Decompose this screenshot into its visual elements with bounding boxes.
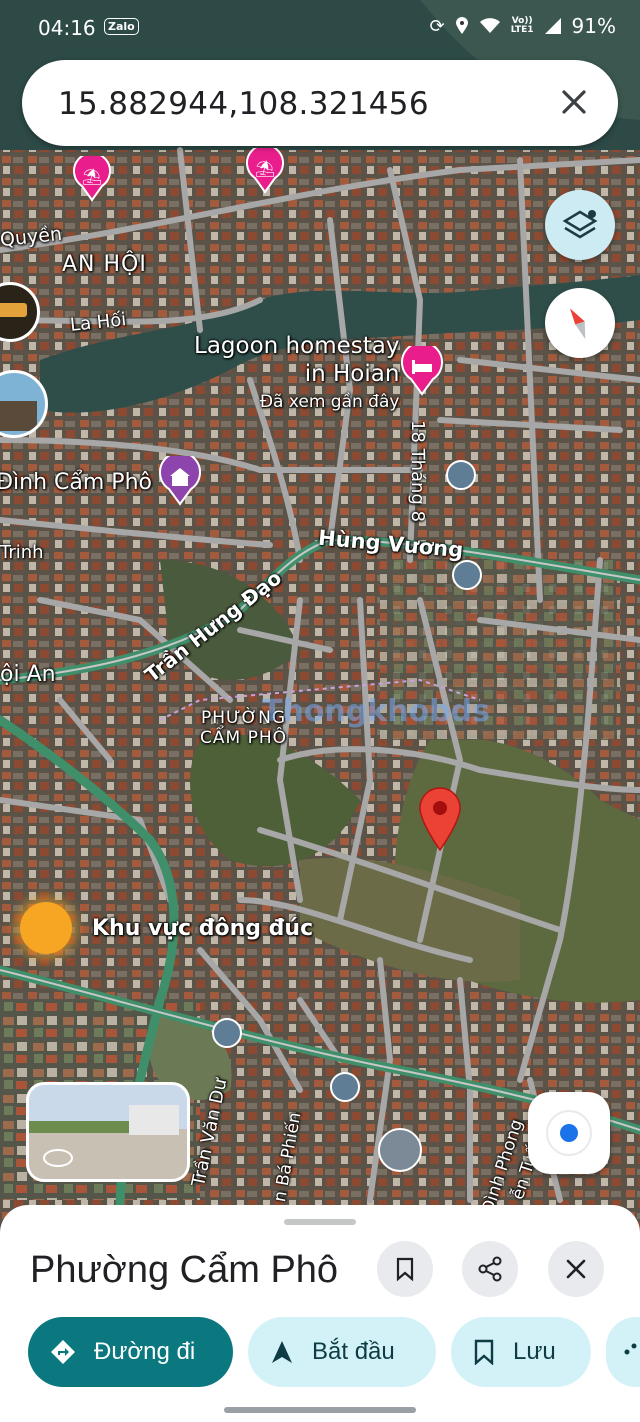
rotate-360-icon [43,1149,73,1167]
bus-stop-icon[interactable] [446,460,476,490]
status-bar: 04:16 Zalo ⟳ Vo)) LTE1 91% [0,0,640,58]
sync-icon: ⟳ [429,15,445,37]
street-label: 18 Tháng 8 [407,420,428,523]
signal-icon [544,18,561,34]
directions-label: Đường đi [94,1338,196,1365]
search-input[interactable]: 15.882944,108.321456 [58,86,429,122]
search-bar[interactable]: 15.882944,108.321456 [22,60,618,146]
drag-handle[interactable] [284,1219,356,1225]
my-location-button[interactable] [528,1092,610,1174]
layers-icon [562,210,598,239]
svg-text:⛱: ⛱ [82,167,102,186]
bus-stop-icon[interactable] [330,1072,360,1102]
busy-area-label[interactable]: Khu vực đông đúc [92,916,313,941]
save-button[interactable]: Lưu [451,1317,591,1387]
street-view-thumbnail[interactable] [26,1082,190,1182]
close-icon[interactable] [554,82,594,122]
street-label: Trinh [0,542,44,563]
navigation-arrow-icon [270,1339,294,1365]
my-location-icon [546,1110,592,1156]
place-label[interactable]: Đình Cẩm Phô [0,470,152,495]
save-place-button[interactable] [377,1241,433,1297]
share-icon [624,1342,638,1362]
place-label[interactable]: Lagoon homestay in Hoian Đã xem gần đây [194,332,399,416]
network-type: Vo)) LTE1 [510,16,534,35]
location-icon [455,17,468,34]
place-title: Phường Cẩm Phô [30,1249,339,1291]
directions-button[interactable]: Đường đi [28,1317,233,1387]
area-label: AN HỘI [62,252,147,277]
svg-text:⛱: ⛱ [255,159,275,178]
share-chip[interactable] [606,1317,640,1387]
share-button[interactable] [462,1241,518,1297]
gesture-nav-bar[interactable] [224,1407,416,1413]
directions-icon [50,1339,76,1365]
school-poi-icon[interactable] [378,1128,422,1172]
close-icon [566,1259,586,1279]
place-bottom-sheet[interactable]: Phường Cẩm Phô Đường đi Bắt đầu Lưu [0,1205,640,1422]
bus-stop-icon[interactable] [212,1018,242,1048]
bus-stop-icon[interactable] [452,560,482,590]
bookmark-icon [396,1257,414,1282]
compass-icon [569,308,586,340]
start-label: Bắt đầu [312,1338,395,1365]
busy-area-icon[interactable] [20,902,72,954]
clock: 04:16 [38,16,96,40]
street-label: ội An [0,662,56,687]
wifi-icon [479,18,500,33]
watermark: Thongkhobds [262,694,490,729]
compass-button[interactable] [545,288,615,358]
zalo-notification-icon: Zalo [104,18,139,35]
battery-level: 91% [571,14,616,38]
start-button[interactable]: Bắt đầu [248,1317,436,1387]
bookmark-icon [473,1339,495,1365]
layers-button[interactable] [545,190,615,260]
save-label: Lưu [513,1338,556,1365]
close-sheet-button[interactable] [548,1241,604,1297]
share-icon [478,1256,502,1282]
